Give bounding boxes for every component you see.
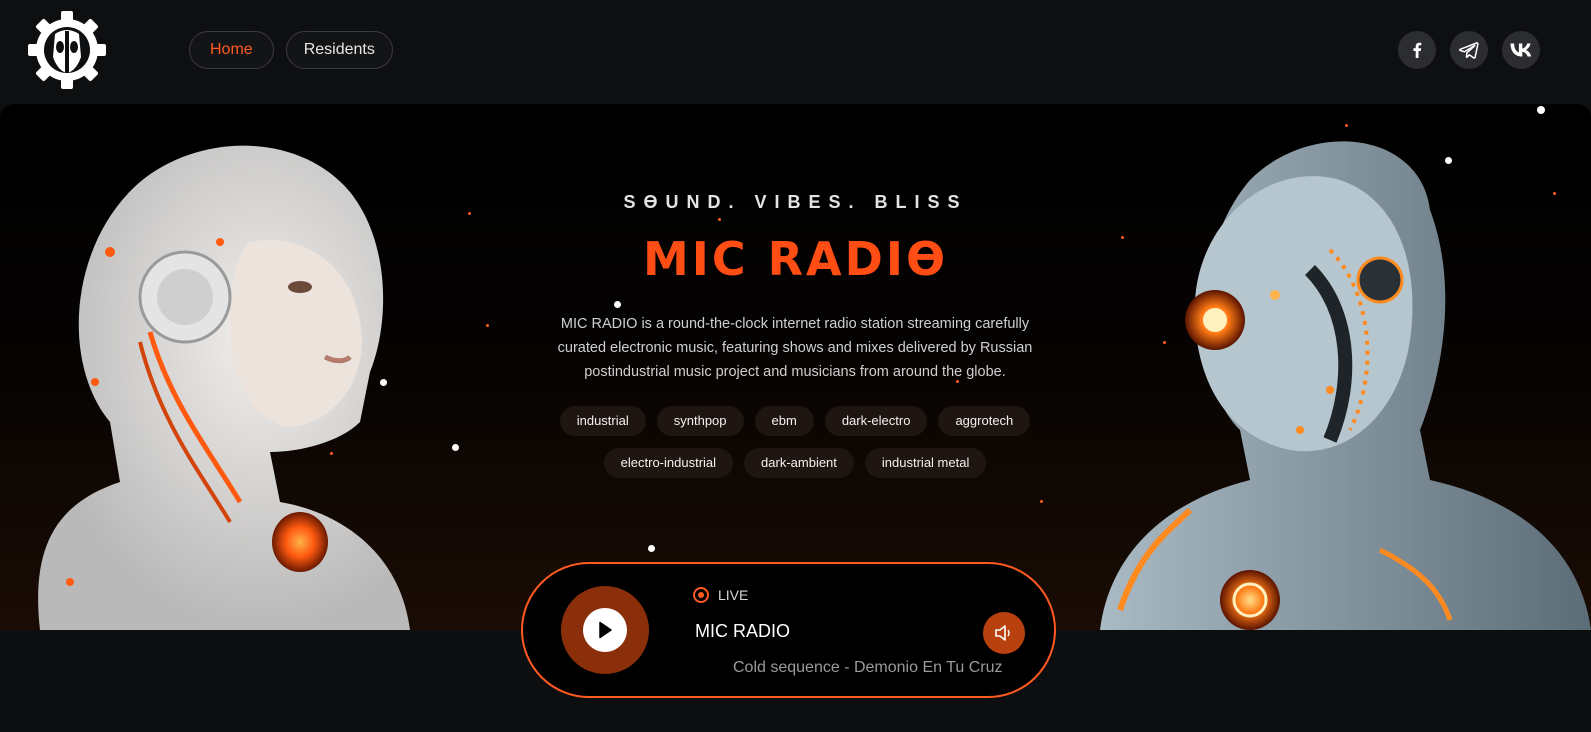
now-playing-track: Cold sequence - Demonio En Tu Cruz (733, 659, 1003, 676)
live-indicator: LIVE (693, 587, 748, 603)
volume-button[interactable] (983, 612, 1025, 654)
particle (614, 301, 621, 308)
hero-tagline: SƟUND. VIBES. BLISS (623, 192, 968, 212)
genre-tag[interactable]: aggrotech (938, 406, 1031, 436)
main-nav: Home Residents (189, 31, 393, 69)
live-icon (693, 587, 709, 603)
site-header: Home Residents (0, 0, 1591, 104)
facebook-link[interactable] (1398, 31, 1436, 69)
live-label: LIVE (718, 587, 749, 603)
speaker-icon (995, 625, 1010, 641)
nav-residents-button[interactable]: Residents (285, 31, 393, 69)
telegram-link[interactable] (1450, 31, 1488, 69)
particle (648, 545, 655, 552)
genre-tag[interactable]: dark-electro (824, 406, 928, 436)
particle (380, 379, 387, 386)
radio-player: LIVE MIC RADIO Cold sequence - Demonio E… (521, 562, 1056, 698)
telegram-icon (1459, 42, 1479, 59)
logo[interactable] (26, 9, 108, 91)
genre-tags: industrial synthpop ebm dark-electro agg… (540, 406, 1050, 478)
nav-home-button[interactable]: Home (189, 31, 274, 69)
hero-section: SƟUND. VIBES. BLISS MIC RADIƟ MIC RADIO … (0, 104, 1591, 630)
particle (486, 324, 489, 327)
particle (452, 444, 459, 451)
particle (1040, 500, 1043, 503)
particle (1445, 157, 1452, 164)
hero-title: MIC RADIƟ (642, 232, 949, 286)
genre-tag[interactable]: dark-ambient (744, 448, 854, 478)
facebook-icon (1413, 42, 1422, 58)
hero-description: MIC RADIO is a round-the-clock internet … (557, 316, 1033, 380)
play-button[interactable] (561, 586, 649, 674)
genre-tag[interactable]: industrial (559, 406, 646, 436)
particle (718, 218, 721, 221)
genre-tag[interactable]: electro-industrial (603, 448, 734, 478)
genre-tag[interactable]: synthpop (656, 406, 744, 436)
vk-icon (1510, 43, 1532, 57)
gear-mask-logo-icon (28, 11, 106, 89)
particle (1163, 341, 1166, 344)
particle (1537, 106, 1545, 114)
particle (330, 452, 333, 455)
play-icon-circle (583, 608, 627, 652)
play-icon (599, 621, 612, 639)
vk-link[interactable] (1502, 31, 1540, 69)
particle (1345, 124, 1348, 127)
social-links (1398, 31, 1540, 69)
station-name: MIC RADIO (695, 621, 791, 641)
genre-tag[interactable]: ebm (754, 406, 814, 436)
genre-tag[interactable]: industrial metal (864, 448, 987, 478)
